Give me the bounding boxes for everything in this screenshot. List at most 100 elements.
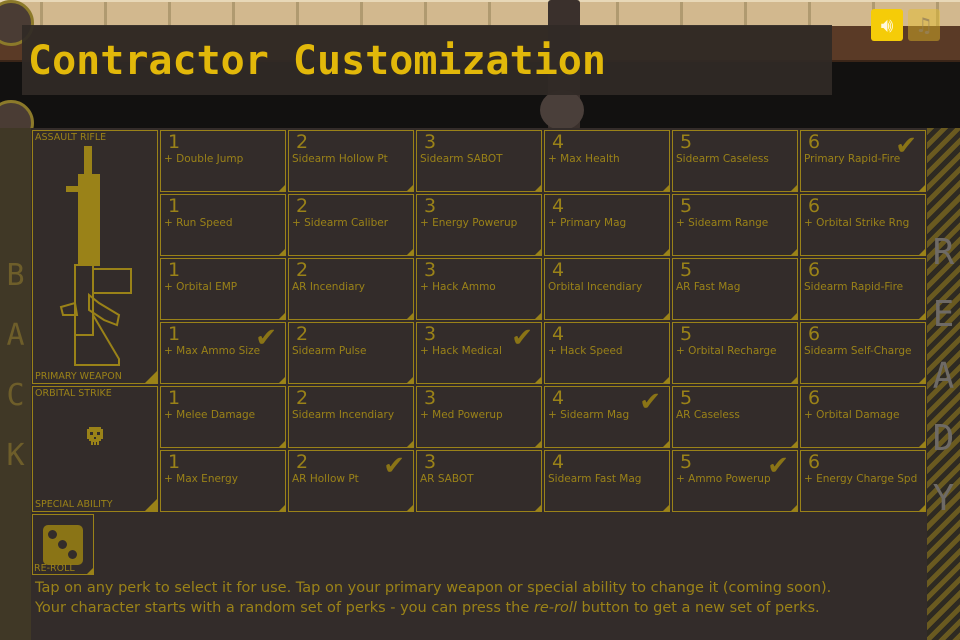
perk-tile[interactable]: 1 + Run Speed xyxy=(160,194,286,256)
perk-tile[interactable]: 4 + Sidearm Mag ✔ xyxy=(544,386,670,448)
perk-tile[interactable]: 6 Sidearm Rapid-Fire xyxy=(800,258,926,320)
perk-tile[interactable]: 3 + Hack Ammo xyxy=(416,258,542,320)
perk-tile[interactable]: 2 AR Hollow Pt ✔ xyxy=(288,450,414,512)
perk-tile[interactable]: 2 Sidearm Incendiary xyxy=(288,386,414,448)
perk-tile[interactable]: 2 Sidearm Hollow Pt xyxy=(288,130,414,192)
dice-pip xyxy=(58,540,67,549)
corner-marker xyxy=(791,377,797,383)
checkmark-icon: ✔ xyxy=(511,323,533,353)
perk-tile[interactable]: 3 + Energy Powerup xyxy=(416,194,542,256)
corner-marker xyxy=(919,185,925,191)
corner-marker xyxy=(919,377,925,383)
perk-tile[interactable]: 5 Sidearm Caseless xyxy=(672,130,798,192)
corner-marker xyxy=(145,499,157,511)
special-ability-slot[interactable]: ORBITAL STRIKE SPECIAL ABILITY xyxy=(32,386,158,512)
music-toggle-button[interactable]: ♫ xyxy=(908,9,940,41)
background-pulley xyxy=(540,90,584,130)
perk-tile[interactable]: 6 + Orbital Damage xyxy=(800,386,926,448)
perk-label: Sidearm Fast Mag xyxy=(548,473,642,485)
perk-label: + Sidearm Mag xyxy=(548,409,630,421)
perk-tile[interactable]: 3 + Hack Medical ✔ xyxy=(416,322,542,384)
music-note-icon: ♫ xyxy=(915,13,933,37)
perk-label: + Hack Ammo xyxy=(420,281,496,293)
perk-tier: 3 xyxy=(424,195,437,217)
perk-tier: 3 xyxy=(424,323,437,345)
perk-tier: 4 xyxy=(552,259,565,281)
ready-letter: D xyxy=(932,418,955,459)
perk-tile[interactable]: 1 + Max Energy xyxy=(160,450,286,512)
perk-tile[interactable]: 1 + Melee Damage xyxy=(160,386,286,448)
corner-marker xyxy=(279,185,285,191)
perk-tile[interactable]: 6 + Orbital Strike Rng xyxy=(800,194,926,256)
dice-pip xyxy=(68,550,77,559)
perk-tile[interactable]: 1 + Double Jump xyxy=(160,130,286,192)
perk-tile[interactable]: 2 AR Incendiary xyxy=(288,258,414,320)
corner-marker xyxy=(279,377,285,383)
corner-marker xyxy=(919,441,925,447)
ability-name: ORBITAL STRIKE xyxy=(35,388,112,399)
perk-tile[interactable]: 4 Orbital Incendiary xyxy=(544,258,670,320)
perk-tier: 1 xyxy=(168,195,181,217)
corner-marker xyxy=(535,249,541,255)
perk-tile[interactable]: 5 AR Fast Mag xyxy=(672,258,798,320)
background-ceiling xyxy=(0,0,960,28)
perk-label: Sidearm Hollow Pt xyxy=(292,153,388,165)
corner-marker xyxy=(407,249,413,255)
perk-tile[interactable]: 1 + Max Ammo Size ✔ xyxy=(160,322,286,384)
perk-tier: 2 xyxy=(296,195,309,217)
perk-label: + Orbital EMP xyxy=(164,281,238,293)
skull-icon xyxy=(87,427,103,445)
perk-tier: 5 xyxy=(680,131,693,153)
perk-tile[interactable]: 3 Sidearm SABOT xyxy=(416,130,542,192)
perk-tile[interactable]: 3 + Med Powerup xyxy=(416,386,542,448)
perk-tier: 1 xyxy=(168,259,181,281)
perk-tile[interactable]: 6 Primary Rapid-Fire ✔ xyxy=(800,130,926,192)
perk-tile[interactable]: 1 + Orbital EMP xyxy=(160,258,286,320)
perk-label: Sidearm Incendiary xyxy=(292,409,395,421)
checkmark-icon: ✔ xyxy=(895,131,917,161)
perk-tier: 2 xyxy=(296,451,309,473)
perk-label: + Max Health xyxy=(548,153,620,165)
perk-tile[interactable]: 5 AR Caseless xyxy=(672,386,798,448)
corner-marker xyxy=(663,185,669,191)
ready-letter: A xyxy=(932,356,955,397)
corner-marker xyxy=(279,505,285,511)
page-title: Contractor Customization xyxy=(28,38,606,84)
perk-tile[interactable]: 5 + Ammo Powerup ✔ xyxy=(672,450,798,512)
perk-label: + Double Jump xyxy=(164,153,244,165)
perk-label: + Primary Mag xyxy=(548,217,627,229)
checkmark-icon: ✔ xyxy=(383,451,405,481)
perk-tier: 1 xyxy=(168,451,181,473)
perk-tile[interactable]: 4 + Max Health xyxy=(544,130,670,192)
perk-tile[interactable]: 6 + Energy Charge Spd xyxy=(800,450,926,512)
perk-tile[interactable]: 4 + Primary Mag xyxy=(544,194,670,256)
perk-tier: 3 xyxy=(424,451,437,473)
perk-tier: 1 xyxy=(168,131,181,153)
perk-tier: 4 xyxy=(552,451,565,473)
perk-tile[interactable]: 4 Sidearm Fast Mag xyxy=(544,450,670,512)
sound-toggle-button[interactable]: 🔊︎ xyxy=(871,9,903,41)
perk-tile[interactable]: 6 Sidearm Self-Charge xyxy=(800,322,926,384)
perk-tile[interactable]: 3 AR SABOT xyxy=(416,450,542,512)
perk-grid: 1 + Double Jump 2 Sidearm Hollow Pt 3 Sidearm… xyxy=(160,130,926,512)
dice-icon xyxy=(43,525,83,565)
primary-weapon-slot[interactable]: ASSAULT RIFLE PRIMARY WEAPON xyxy=(32,130,158,384)
perk-tile[interactable]: 5 + Orbital Recharge xyxy=(672,322,798,384)
perk-tier: 6 xyxy=(808,131,821,153)
corner-marker xyxy=(145,371,157,383)
checkmark-icon: ✔ xyxy=(639,387,661,417)
perk-label: Sidearm Self-Charge xyxy=(804,345,912,357)
perk-tile[interactable]: 2 Sidearm Pulse xyxy=(288,322,414,384)
corner-marker xyxy=(919,505,925,511)
back-letter: K xyxy=(6,438,25,473)
perk-tier: 6 xyxy=(808,451,821,473)
perk-label: AR Hollow Pt xyxy=(292,473,359,485)
help-text: Tap on any perk to select it for use. Ta… xyxy=(35,578,831,618)
perk-tile[interactable]: 4 + Hack Speed xyxy=(544,322,670,384)
perk-tile[interactable]: 5 + Sidearm Range xyxy=(672,194,798,256)
perk-tier: 4 xyxy=(552,387,565,409)
reroll-button[interactable]: RE-ROLL xyxy=(32,514,94,575)
help-line-1: Tap on any perk to select it for use. Ta… xyxy=(35,580,832,596)
perk-tile[interactable]: 2 + Sidearm Caliber xyxy=(288,194,414,256)
perk-label: AR Caseless xyxy=(676,409,740,421)
